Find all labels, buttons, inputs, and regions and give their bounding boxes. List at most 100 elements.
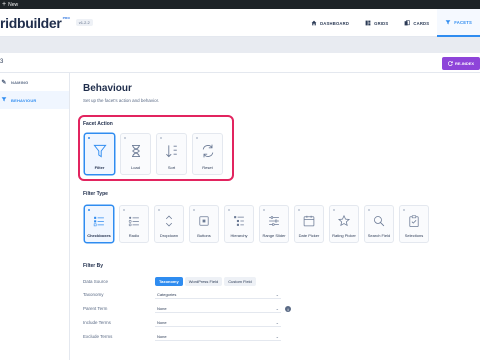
exclude-terms-value: None: [157, 334, 167, 339]
nav-facets[interactable]: FACETS: [437, 9, 480, 37]
app-header: ridbuilder ᴘʀᴏ v1.2.2 DASHBOARD GRIDS CA…: [0, 9, 480, 37]
sidebar-item-naming[interactable]: ✎ NAMING: [0, 73, 69, 91]
selection-dot: [88, 137, 90, 139]
filter-type-title: Filter Type: [83, 191, 108, 197]
facet-subheader: 3 RE-INDEX: [0, 53, 480, 73]
selection-dot: [368, 209, 370, 211]
reindex-button[interactable]: RE-INDEX: [442, 57, 480, 70]
data-source-label: Data Source: [83, 279, 109, 284]
nav-dashboard-label: DASHBOARD: [320, 20, 350, 26]
card-label: Filter: [94, 165, 105, 170]
filter-type-search-field[interactable]: Search Field: [364, 205, 394, 243]
card-label: Buttons: [197, 233, 211, 238]
filter-type-radio[interactable]: Radio: [119, 205, 149, 243]
exclude-terms-select[interactable]: None ⌄: [155, 333, 281, 341]
filter-type-checkboxes[interactable]: Checkboxes: [84, 205, 114, 243]
taxonomy-label: Taxonomy: [83, 292, 104, 297]
nav-cards[interactable]: CARDS: [396, 9, 437, 37]
card-label: Sort: [167, 165, 176, 170]
sidebar-item-label: NAMING: [11, 79, 29, 85]
card-label: Radio: [128, 233, 140, 238]
include-terms-value: None: [157, 320, 167, 325]
sort-icon: [165, 145, 177, 158]
plus-icon[interactable]: +: [2, 0, 6, 9]
filter-type-selections[interactable]: Selections: [399, 205, 429, 243]
new-link[interactable]: New: [8, 2, 18, 8]
taxonomy-value: Categories: [157, 292, 177, 297]
filter-icon: [445, 20, 451, 25]
selection-dot: [228, 209, 230, 211]
data-source-wordpress-field[interactable]: WordPress Field: [184, 277, 223, 286]
selection-dot: [158, 209, 160, 211]
facet-action-reset[interactable]: Reset: [192, 133, 223, 175]
selection-dot: [403, 209, 405, 211]
pencil-icon: ✎: [1, 79, 7, 86]
admin-bar: + New: [0, 0, 480, 9]
filter-type-buttons[interactable]: Buttons: [189, 205, 219, 243]
card-label: Dropdown: [159, 233, 179, 238]
filter-type-dropdown[interactable]: Dropdown: [154, 205, 184, 243]
nav-grids[interactable]: GRIDS: [357, 9, 396, 37]
include-terms-select[interactable]: None ⌄: [155, 319, 281, 327]
sidebar-item-behaviour[interactable]: BEHAVIOUR: [0, 91, 69, 109]
page-subtitle: Set up the facet's action and behavior.: [83, 98, 160, 103]
selection-dot: [263, 209, 265, 211]
filter-type-range-slider[interactable]: Range Slider: [259, 205, 289, 243]
card-label: Range Slider: [262, 233, 286, 238]
selection-dot: [123, 209, 125, 211]
sidebar: ✎ NAMING BEHAVIOUR: [0, 73, 70, 360]
selection-dot: [298, 209, 300, 211]
chevron-down-icon: ⌄: [275, 334, 279, 339]
facet-action-sort[interactable]: Sort: [156, 133, 187, 175]
chevron-down-icon: ⌄: [275, 306, 279, 311]
facet-action-load[interactable]: Load: [120, 133, 151, 175]
card-label: Search Field: [367, 233, 391, 238]
exclude-terms-label: Exclude Terms: [83, 334, 113, 339]
selection-dot: [196, 137, 198, 139]
version-badge: v1.2.2: [75, 19, 93, 26]
card-label: Checkboxes: [87, 233, 111, 238]
main-nav: DASHBOARD GRIDS CARDS FACETS: [303, 9, 480, 37]
taxonomy-select[interactable]: Categories ⌄: [155, 291, 281, 299]
refresh-icon: [202, 144, 213, 158]
nav-facets-label: FACETS: [454, 19, 472, 25]
search-icon: [374, 216, 385, 227]
data-source-custom-field[interactable]: Custom Field: [224, 277, 256, 286]
grid-icon: [365, 20, 371, 26]
hierarchy-icon: [234, 216, 244, 226]
nav-dashboard[interactable]: DASHBOARD: [303, 9, 357, 37]
facet-action-filter[interactable]: Filter: [84, 133, 115, 175]
filter-type-hierarchy[interactable]: Hierarchy: [224, 205, 254, 243]
toolbar-strip: [0, 37, 480, 53]
range-slider-icon: [269, 216, 279, 226]
logo[interactable]: ridbuilder: [0, 15, 62, 31]
hourglass-icon: [131, 144, 140, 158]
funnel-icon: [92, 144, 107, 158]
card-label: Date Picker: [298, 233, 320, 238]
selection-dot: [333, 209, 335, 211]
chevron-down-icon: ⌄: [275, 320, 279, 325]
facet-action-title: Facet Action: [83, 121, 113, 127]
info-icon[interactable]: i: [285, 306, 291, 312]
data-source-segmented: Taxonomy WordPress Field Custom Field: [155, 277, 256, 286]
sidebar-item-label: BEHAVIOUR: [11, 97, 37, 103]
pro-badge: ᴘʀᴏ: [62, 15, 70, 20]
facet-id: 3: [0, 59, 4, 65]
parent-term-label: Parent Term: [83, 306, 108, 311]
refresh-icon: [447, 61, 453, 66]
star-icon: [337, 214, 351, 227]
filter-by-title: Filter By: [83, 263, 104, 269]
selection-dot: [193, 209, 195, 211]
card-label: Rating Picker: [332, 233, 356, 238]
filter-icon: [0, 96, 8, 104]
clipboard-icon: [409, 215, 419, 227]
parent-term-select[interactable]: None ⌄: [155, 305, 281, 313]
radio-list-icon: [128, 216, 139, 227]
data-source-taxonomy[interactable]: Taxonomy: [155, 277, 183, 286]
button-icon: [199, 216, 209, 226]
nav-cards-label: CARDS: [413, 20, 430, 26]
filter-type-date-picker[interactable]: Date Picker: [294, 205, 324, 243]
nav-grids-label: GRIDS: [374, 20, 389, 26]
filter-type-rating-picker[interactable]: Rating Picker: [329, 205, 359, 243]
parent-term-value: None: [157, 306, 167, 311]
